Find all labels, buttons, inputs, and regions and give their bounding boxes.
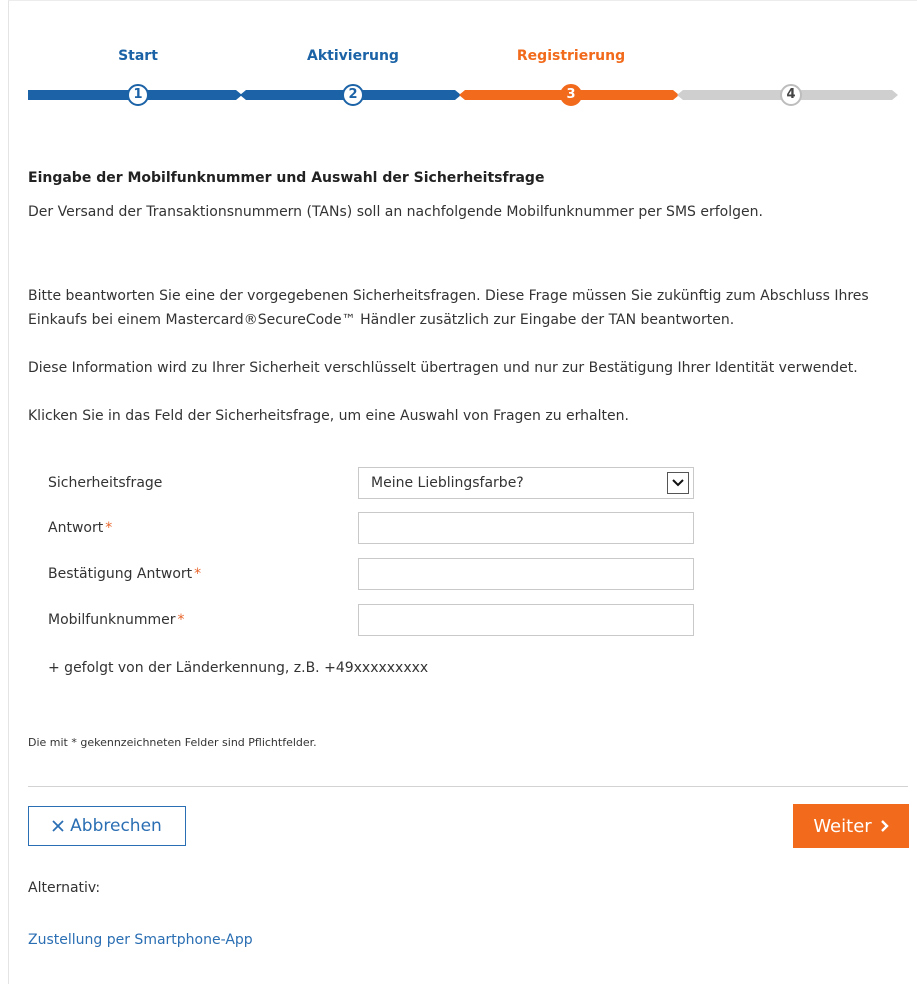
step-number-4: 4 xyxy=(780,84,802,106)
confirm-answer-row: Bestätigung Antwort * xyxy=(48,558,698,592)
security-question-select[interactable]: Meine Lieblingsfarbe? xyxy=(358,467,694,499)
page-heading: Eingabe der Mobilfunknummer und Auswahl … xyxy=(28,170,545,186)
required-fields-note: Die mit * gekennzeichneten Felder sind P… xyxy=(28,736,317,749)
sms-info-text: Der Versand der Transaktionsnummern (TAN… xyxy=(28,204,763,220)
mobile-number-row: Mobilfunknummer * xyxy=(48,604,698,638)
alternative-label: Alternativ: xyxy=(28,880,101,896)
cancel-button-label: Abbrechen xyxy=(70,816,162,836)
step-number-3: 3 xyxy=(560,84,582,106)
mobile-number-label: Mobilfunknummer * xyxy=(48,612,185,628)
answer-label: Antwort * xyxy=(48,520,113,536)
step-number-1: 1 xyxy=(127,84,149,106)
security-question-row: Sicherheitsfrage Meine Lieblingsfarbe? xyxy=(48,467,698,501)
step-label-start: Start xyxy=(118,48,158,64)
close-icon xyxy=(52,820,64,832)
answer-row: Antwort * xyxy=(48,512,698,546)
progress-stepper: Start Aktivierung Registrierung 1 2 3 4 xyxy=(28,48,898,108)
next-button[interactable]: Weiter xyxy=(793,804,909,848)
confirm-answer-input[interactable] xyxy=(358,558,694,590)
next-button-label: Weiter xyxy=(813,815,872,837)
chevron-right-icon xyxy=(880,820,889,832)
security-question-value: Meine Lieblingsfarbe? xyxy=(371,475,524,491)
country-code-hint: + gefolgt von der Länderkennung, z.B. +4… xyxy=(48,660,429,676)
mobile-number-input[interactable] xyxy=(358,604,694,636)
step-number-2: 2 xyxy=(342,84,364,106)
chevron-down-icon[interactable] xyxy=(667,472,689,494)
select-instruction: Klicken Sie in das Feld der Sicherheitsf… xyxy=(28,408,629,424)
confirm-answer-label: Bestätigung Antwort * xyxy=(48,566,202,582)
divider xyxy=(28,786,908,787)
security-question-label: Sicherheitsfrage xyxy=(48,475,163,491)
step-label-registrierung: Registrierung xyxy=(516,48,626,64)
required-marker: * xyxy=(194,566,202,582)
encryption-info: Diese Information wird zu Ihrer Sicherhe… xyxy=(28,360,858,376)
smartphone-app-link[interactable]: Zustellung per Smartphone-App xyxy=(28,932,253,948)
cancel-button[interactable]: Abbrechen xyxy=(28,806,186,846)
security-question-info: Bitte beantworten Sie eine der vorgegebe… xyxy=(28,288,869,328)
stepper-track xyxy=(28,90,898,100)
required-marker: * xyxy=(105,520,113,536)
step-label-aktivierung: Aktivierung xyxy=(307,48,399,64)
required-marker: * xyxy=(177,612,185,628)
answer-input[interactable] xyxy=(358,512,694,544)
